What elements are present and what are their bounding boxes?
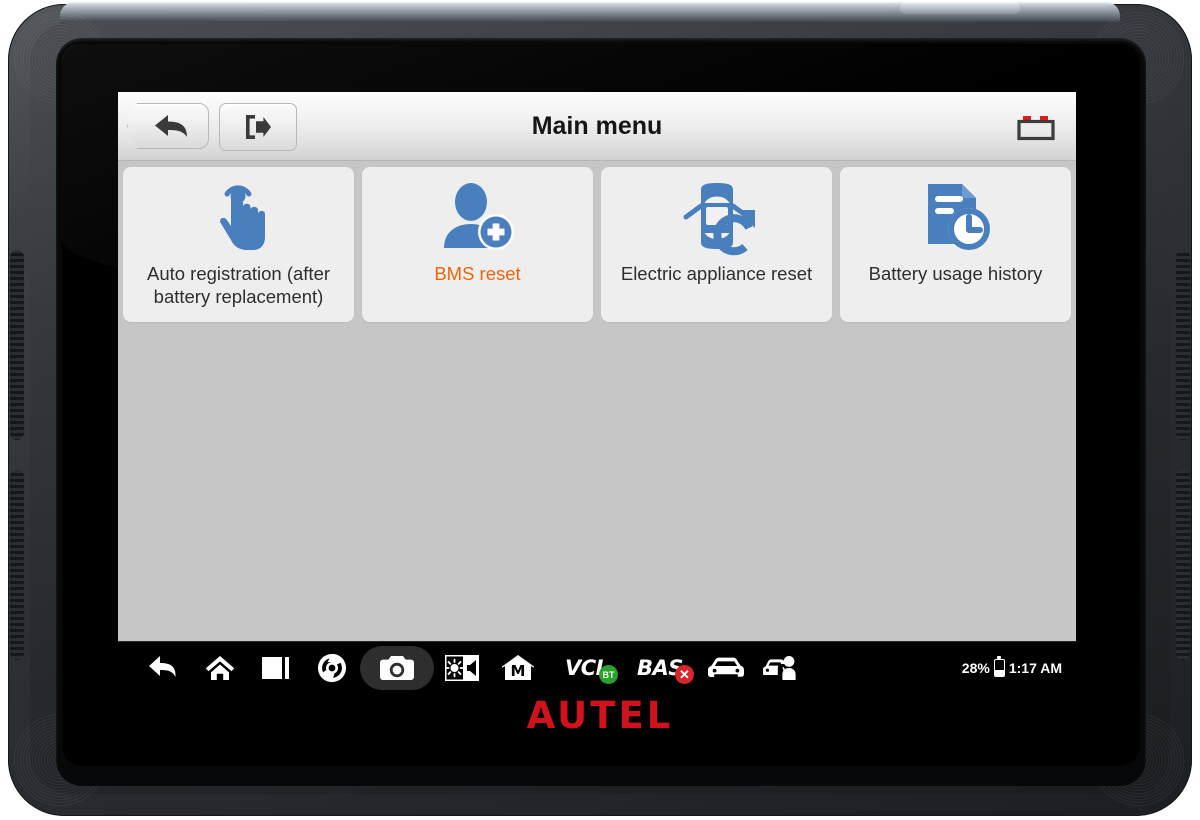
nav-recent-apps-button[interactable] bbox=[248, 646, 304, 690]
tile-label: BMS reset bbox=[434, 263, 521, 284]
battery-terminal-icon bbox=[1017, 116, 1055, 141]
navbar-icon-group: M VCI BT BAS ✕ bbox=[118, 646, 810, 690]
car-service-icon bbox=[763, 656, 796, 680]
power-button[interactable] bbox=[900, 2, 1020, 14]
menu-tile-battery-usage-history[interactable]: Battery usage history bbox=[840, 167, 1071, 322]
home-icon bbox=[205, 656, 235, 680]
nav-maxi-home-button[interactable]: M bbox=[490, 646, 546, 690]
menu-tile-electric-appliance-reset[interactable]: Electric appliance reset bbox=[601, 167, 832, 322]
camera-icon bbox=[380, 656, 414, 680]
nav-brightness-volume-button[interactable] bbox=[434, 646, 490, 690]
main-menu-grid: Auto registration (after battery replace… bbox=[118, 161, 1076, 322]
touch-hand-icon bbox=[219, 185, 265, 250]
grip-texture-left-lower bbox=[10, 470, 24, 660]
car-icon bbox=[708, 657, 744, 677]
user-add-icon bbox=[443, 183, 514, 250]
tablet-screen: Main menu Auto registration (after batte bbox=[118, 92, 1076, 694]
android-navigation-bar: M VCI BT BAS ✕ 28% 1:17 AM bbox=[118, 641, 1076, 694]
tile-icon-wrapper bbox=[436, 173, 520, 263]
chrome-browser-icon bbox=[317, 653, 347, 683]
device-top-metal-edge bbox=[60, 2, 1120, 24]
nav-home-button[interactable] bbox=[192, 646, 248, 690]
nav-car-service-button[interactable] bbox=[754, 646, 810, 690]
document-clock-icon bbox=[927, 184, 990, 250]
clock: 1:17 AM bbox=[1008, 660, 1062, 676]
tile-label: Auto registration (after battery replace… bbox=[146, 263, 331, 307]
tile-icon-wrapper bbox=[914, 173, 998, 263]
grip-texture-right-lower bbox=[1176, 470, 1190, 660]
tile-label: Electric appliance reset bbox=[620, 263, 813, 284]
tile-icon-wrapper bbox=[197, 173, 281, 263]
nav-back-button[interactable] bbox=[136, 646, 192, 690]
title-bar: Main menu bbox=[118, 92, 1076, 161]
nav-vehicle-button[interactable] bbox=[698, 646, 754, 690]
svg-text:M: M bbox=[511, 662, 526, 680]
brightness-volume-icon bbox=[445, 655, 479, 681]
battery-percent: 28% bbox=[961, 660, 990, 676]
autel-brand-logo: AUTEL bbox=[526, 694, 674, 737]
grip-texture-right-upper bbox=[1176, 250, 1190, 440]
battery-icon bbox=[993, 656, 1005, 677]
nav-vci-button[interactable]: VCI BT bbox=[546, 646, 622, 690]
back-arrow-icon bbox=[149, 656, 176, 677]
status-tray: 28% 1:17 AM bbox=[961, 656, 1076, 677]
menu-tile-bms-reset[interactable]: BMS reset bbox=[362, 167, 593, 322]
disconnected-badge: ✕ bbox=[675, 665, 694, 684]
tile-icon-wrapper bbox=[675, 173, 759, 263]
nav-camera-button[interactable] bbox=[360, 646, 434, 690]
bluetooth-badge: BT bbox=[599, 665, 618, 684]
vci-label: VCI bbox=[565, 656, 603, 680]
recent-apps-icon bbox=[262, 657, 289, 679]
tile-label: Battery usage history bbox=[868, 263, 1043, 284]
nav-browser-button[interactable] bbox=[304, 646, 360, 690]
grip-texture-left-upper bbox=[10, 250, 24, 440]
page-title: Main menu bbox=[531, 111, 663, 140]
maxi-home-icon: M bbox=[502, 655, 534, 680]
car-reset-icon bbox=[683, 183, 755, 256]
nav-bas-button[interactable]: BAS ✕ bbox=[622, 646, 698, 690]
menu-tile-auto-registration[interactable]: Auto registration (after battery replace… bbox=[123, 167, 354, 322]
autel-tablet-device: AUTEL Main menu Auto registration (after… bbox=[0, 0, 1200, 820]
